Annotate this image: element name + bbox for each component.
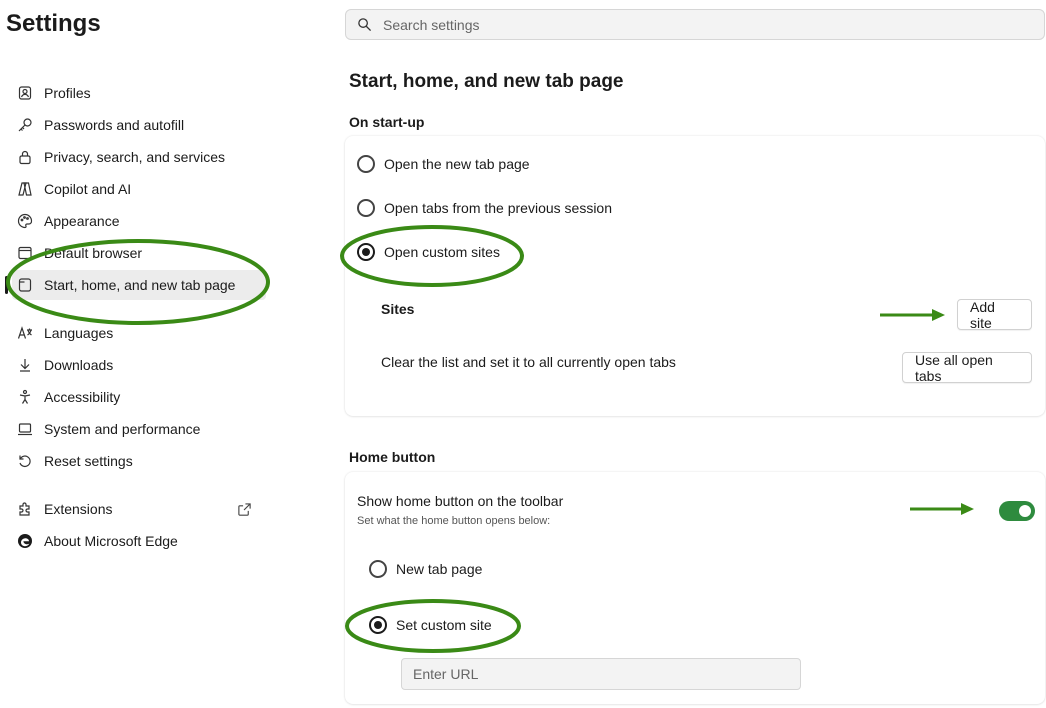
active-indicator <box>5 276 8 294</box>
radio-label: New tab page <box>396 561 483 577</box>
add-site-button[interactable]: Add site <box>957 299 1032 331</box>
clear-list-text: Clear the list and set it to all current… <box>381 354 676 370</box>
radio-button[interactable] <box>357 199 375 217</box>
show-home-button-label: Show home button on the toolbar <box>357 493 564 509</box>
sidebar-item-label: Downloads <box>44 357 114 373</box>
radio-label: Open the new tab page <box>384 156 530 172</box>
radio-label: Open custom sites <box>384 244 500 260</box>
sidebar-item-label: Copilot and AI <box>44 181 132 197</box>
sidebar-item-default-browser[interactable]: Default browser <box>12 238 266 268</box>
sidebar-item-label: About Microsoft Edge <box>44 533 178 549</box>
download-icon <box>16 356 34 374</box>
languages-icon <box>16 324 34 342</box>
search-box[interactable] <box>345 9 1045 40</box>
radio-label: Open tabs from the previous session <box>384 200 613 216</box>
copilot-icon <box>16 180 34 198</box>
edge-logo-icon <box>16 532 34 550</box>
sidebar-item-passwords[interactable]: Passwords and autofill <box>12 110 266 140</box>
sidebar-item-extensions[interactable]: Extensions <box>12 494 266 524</box>
page-title: Settings <box>6 10 101 37</box>
sidebar-item-system[interactable]: System and performance <box>12 414 266 444</box>
sites-label: Sites <box>381 301 415 317</box>
sidebar-item-label: Accessibility <box>44 389 121 405</box>
sidebar-item-reset[interactable]: Reset settings <box>12 446 266 476</box>
palette-icon <box>16 212 34 230</box>
sidebar-item-label: Extensions <box>44 501 113 517</box>
browser-icon <box>16 244 34 262</box>
profile-icon <box>16 84 34 102</box>
radio-button[interactable] <box>357 155 375 173</box>
sidebar-item-label: Default browser <box>44 245 143 261</box>
home-button-heading: Home button <box>349 449 436 465</box>
external-link-icon <box>237 502 252 522</box>
home-button-toggle[interactable] <box>999 501 1035 521</box>
startup-heading: On start-up <box>349 114 425 130</box>
puzzle-icon <box>16 500 34 518</box>
home-option-custom-site[interactable]: Set custom site <box>369 616 492 634</box>
home-page-icon <box>16 276 34 294</box>
use-all-open-tabs-button[interactable]: Use all open tabs <box>902 352 1032 384</box>
show-home-button-description: Set what the home button opens below: <box>357 515 551 527</box>
startup-option-new-tab[interactable]: Open the new tab page <box>357 155 530 173</box>
section-title: Start, home, and new tab page <box>349 71 624 92</box>
startup-option-custom-sites[interactable]: Open custom sites <box>357 243 500 261</box>
sidebar-item-label: Profiles <box>44 85 91 101</box>
radio-label: Set custom site <box>396 617 492 633</box>
sidebar-item-privacy[interactable]: Privacy, search, and services <box>12 142 266 172</box>
sidebar-item-label: Languages <box>44 325 114 341</box>
accessibility-icon <box>16 388 34 406</box>
home-option-new-tab[interactable]: New tab page <box>369 560 482 578</box>
toggle-knob <box>1019 505 1031 517</box>
sidebar-item-appearance[interactable]: Appearance <box>12 206 266 236</box>
sidebar-item-downloads[interactable]: Downloads <box>12 350 266 380</box>
sidebar-item-accessibility[interactable]: Accessibility <box>12 382 266 412</box>
key-icon <box>16 116 34 134</box>
sidebar-item-about[interactable]: About Microsoft Edge <box>12 526 266 556</box>
radio-button-checked[interactable] <box>369 616 387 634</box>
radio-button-checked[interactable] <box>357 243 375 261</box>
url-input[interactable] <box>401 658 801 690</box>
startup-option-previous-session[interactable]: Open tabs from the previous session <box>357 199 612 217</box>
sidebar-item-languages[interactable]: Languages <box>12 318 266 348</box>
sidebar-item-label: Reset settings <box>44 453 133 469</box>
search-icon <box>357 17 372 32</box>
sidebar-item-copilot[interactable]: Copilot and AI <box>12 174 266 204</box>
lock-icon <box>16 148 34 166</box>
sidebar-item-start-home[interactable]: Start, home, and new tab page <box>12 270 266 300</box>
sidebar-item-label: Passwords and autofill <box>44 117 185 133</box>
sidebar-item-label: System and performance <box>44 421 201 437</box>
sidebar-item-label: Appearance <box>44 213 120 229</box>
laptop-icon <box>16 420 34 438</box>
radio-button[interactable] <box>369 560 387 578</box>
sidebar-item-profiles[interactable]: Profiles <box>12 78 266 108</box>
search-input[interactable] <box>381 15 985 34</box>
reset-icon <box>16 452 34 470</box>
sidebar-item-label: Start, home, and new tab page <box>44 277 236 293</box>
sidebar-item-label: Privacy, search, and services <box>44 149 226 165</box>
